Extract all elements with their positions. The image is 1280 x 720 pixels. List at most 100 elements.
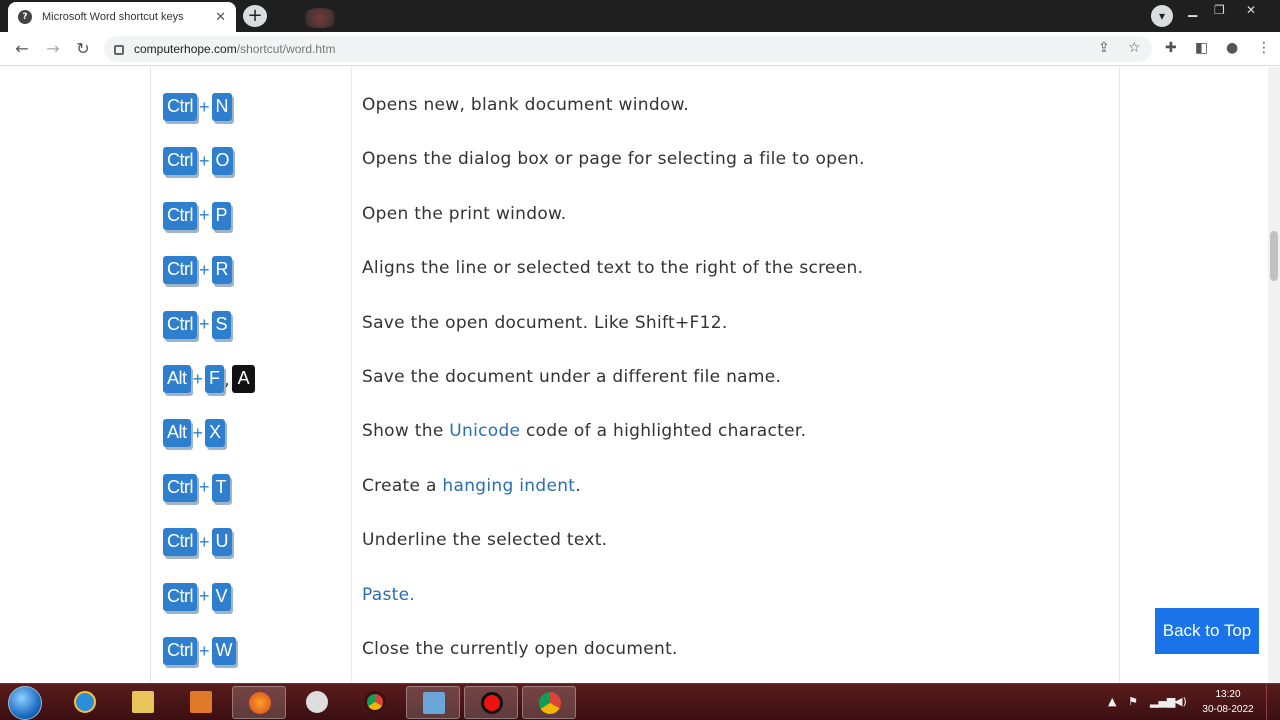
profile-avatar-icon[interactable]: ● <box>1226 40 1238 56</box>
start-button-icon[interactable] <box>8 686 42 720</box>
table-row: Ctrl + R Aligns the line or selected text t… <box>0 255 1268 309</box>
window-close-icon[interactable]: ✕ <box>1246 3 1256 17</box>
shortcut-description: Open the print window. <box>362 203 567 224</box>
key-combination: Ctrl + U <box>163 527 233 557</box>
key-cap: V <box>211 582 232 611</box>
key-cap: Alt <box>163 419 191 448</box>
browser-tab-bar: ? Microsoft Word shortcut keys ✕ + ▾ ▁ ❐… <box>0 0 1280 32</box>
network-signal-icon[interactable]: ▂▄▆ <box>1150 695 1175 708</box>
back-to-top-button[interactable]: Back to Top <box>1155 608 1259 654</box>
chrome-active-icon[interactable] <box>522 686 576 719</box>
shortcut-description: Close the currently open document. <box>362 639 678 659</box>
chrome-icon[interactable] <box>348 686 402 719</box>
description-link[interactable]: Unicode <box>449 421 520 441</box>
table-row: Alt + X Show the Unicode code of a highligh… <box>0 418 1268 472</box>
key-cap: Alt <box>163 365 191 393</box>
plus-sign: + <box>192 368 204 389</box>
firefox-icon[interactable] <box>232 686 286 719</box>
plus-sign: + <box>192 422 204 443</box>
key-combination: Ctrl + S <box>163 310 232 340</box>
description-text: . <box>575 475 581 496</box>
plus-sign: + <box>199 477 210 498</box>
table-row: Ctrl + N Opens new, blank document window. <box>0 92 1268 146</box>
key-cap: Ctrl <box>163 310 197 339</box>
description-text: Show the <box>362 421 450 442</box>
key-cap: Ctrl <box>163 637 197 665</box>
description-text: Create a <box>362 475 443 496</box>
key-combination: Ctrl + O <box>163 146 234 176</box>
key-cap: P <box>211 201 232 230</box>
key-cap: W <box>211 637 237 665</box>
table-row: Ctrl + W Close the currently open document. <box>0 636 1268 683</box>
shortcut-description: Save the open document. Like Shift+F12. <box>362 312 728 333</box>
shortcut-description: Opens the dialog box or page for selecti… <box>362 149 865 170</box>
key-cap: N <box>211 93 233 121</box>
browser-tab[interactable]: ? Microsoft Word shortcut keys ✕ <box>8 2 236 32</box>
reload-icon[interactable]: ↻ <box>73 39 93 58</box>
media-player-icon[interactable] <box>174 686 228 719</box>
description-link[interactable]: Paste. <box>362 585 415 605</box>
action-center-flag-icon[interactable]: ⚑ <box>1128 695 1138 708</box>
key-combination: Ctrl + N <box>163 92 233 122</box>
file-explorer-icon[interactable] <box>116 686 170 719</box>
table-row: Alt + F, A Save the document under a differe… <box>0 364 1268 418</box>
back-arrow-icon[interactable]: ← <box>12 39 32 58</box>
key-cap: Ctrl <box>163 528 197 557</box>
side-panel-icon[interactable]: ◧ <box>1195 40 1208 56</box>
tray-expand-icon[interactable]: ▲ <box>1108 695 1116 708</box>
plus-sign: + <box>199 96 210 117</box>
key-combination: Ctrl + V <box>163 582 232 612</box>
system-clock[interactable]: 13:20 30-08-2022 <box>1198 687 1258 717</box>
volume-icon[interactable]: ◀) <box>1174 695 1187 708</box>
key-cap: O <box>211 147 234 176</box>
internet-explorer-icon[interactable] <box>58 686 112 719</box>
extensions-puzzle-icon[interactable]: ✚ <box>1165 40 1177 56</box>
address-bar[interactable]: computerhope.com/shortcut/word.htm <box>104 36 1152 62</box>
plus-sign: + <box>199 586 210 607</box>
tab-search-chevron-icon[interactable]: ▾ <box>1151 5 1173 27</box>
url-text: computerhope.com/shortcut/word.htm <box>134 42 336 56</box>
page-scrollbar[interactable] <box>1268 67 1280 683</box>
bookmark-star-icon[interactable]: ☆ <box>1128 40 1141 56</box>
key-cap: X <box>205 419 225 448</box>
forward-arrow-icon[interactable]: → <box>43 39 63 58</box>
background-tab-icon <box>300 8 340 28</box>
key-cap: Ctrl <box>163 147 197 176</box>
key-combination: Ctrl + R <box>163 255 233 285</box>
description-link[interactable]: hanging indent <box>442 476 575 496</box>
tab-close-icon[interactable]: ✕ <box>215 10 226 25</box>
paint-icon[interactable] <box>290 686 344 719</box>
menu-kebab-icon[interactable]: ⋮ <box>1257 40 1271 56</box>
plus-sign: + <box>199 150 210 171</box>
shortcut-description: Underline the selected text. <box>362 530 608 551</box>
key-cap: Ctrl <box>163 473 197 502</box>
restore-icon[interactable]: ❐ <box>1214 3 1225 17</box>
new-tab-button[interactable]: + <box>243 5 267 27</box>
plus-sign: + <box>199 531 210 552</box>
table-row: Ctrl + V Paste. <box>0 582 1268 636</box>
screen-recorder-icon[interactable] <box>464 686 518 719</box>
table-row: Ctrl + O Opens the dialog box or page for s… <box>0 146 1268 200</box>
shortcut-description: Create a hanging indent. <box>362 476 581 496</box>
key-cap: T <box>211 473 231 502</box>
remote-desktop-icon[interactable] <box>406 686 460 719</box>
key-cap: S <box>211 310 232 339</box>
tab-title: Microsoft Word shortcut keys <box>42 11 184 23</box>
share-icon[interactable]: ⇪ <box>1098 40 1110 56</box>
windows-taskbar: ▲ ⚑ ▂▄▆ ◀) 13:20 30-08-2022 <box>0 683 1280 720</box>
key-cap: Ctrl <box>163 256 197 285</box>
key-cap: F <box>205 365 224 393</box>
table-row: Ctrl + S Save the open document. Like Shift… <box>0 310 1268 364</box>
shortcut-description: Show the Unicode code of a highlighted c… <box>362 421 806 441</box>
minimize-icon[interactable]: ▁ <box>1188 3 1197 17</box>
key-cap: Ctrl <box>163 201 197 230</box>
key-cap-secondary: A <box>231 365 256 393</box>
table-row: Ctrl + U Underline the selected text. <box>0 527 1268 581</box>
key-combination: Ctrl + T <box>163 473 231 503</box>
key-combination: Ctrl + W <box>163 636 237 666</box>
lock-icon[interactable] <box>114 45 124 55</box>
shortcut-description: Paste. <box>362 585 415 605</box>
show-desktop-button[interactable] <box>1266 684 1280 720</box>
shortcut-description: Opens new, blank document window. <box>362 95 689 115</box>
scrollbar-thumb[interactable] <box>1270 231 1278 281</box>
